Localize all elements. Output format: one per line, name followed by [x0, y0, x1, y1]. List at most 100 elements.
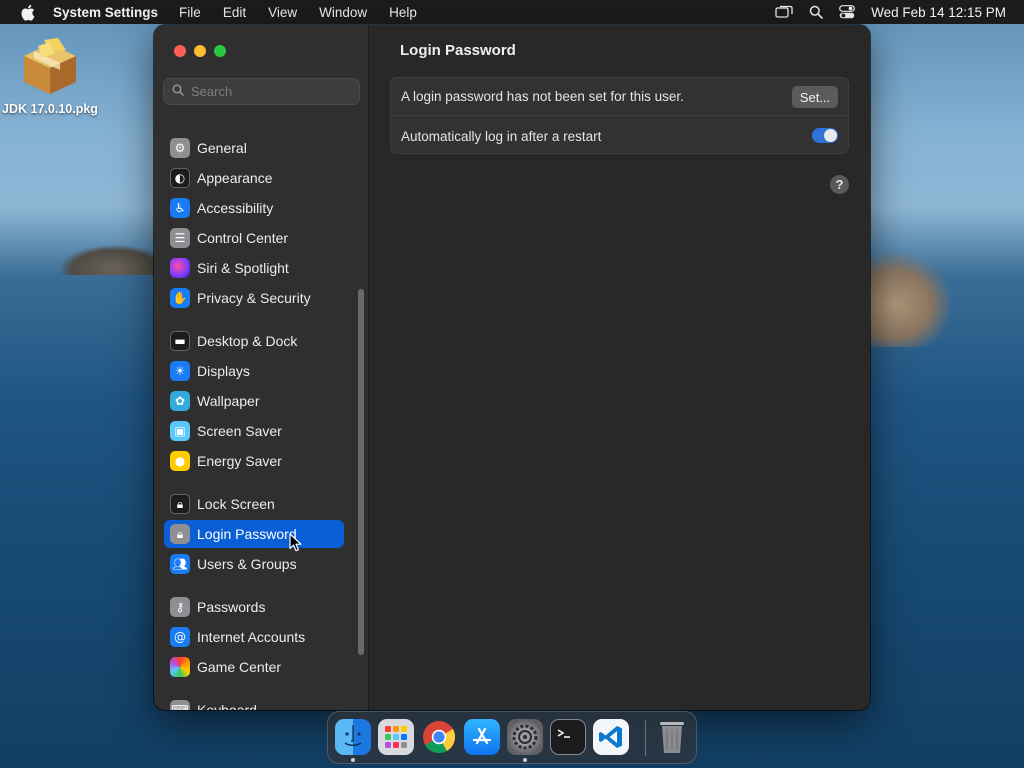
chrome-icon[interactable]: [421, 719, 457, 755]
sidebar-item-keyboard[interactable]: ⌨ Keyboard: [164, 696, 344, 710]
sidebar-item-displays[interactable]: ☀ Displays: [164, 357, 344, 385]
sidebar-item-wallpaper[interactable]: ✿ Wallpaper: [164, 387, 344, 415]
app-store-icon[interactable]: [464, 719, 500, 755]
sidebar-item-label: Internet Accounts: [197, 629, 306, 645]
gear-icon: ⚙: [170, 138, 190, 158]
sidebar-item-label: General: [197, 140, 247, 156]
sidebar-item-control-center[interactable]: ☰ Control Center: [164, 224, 344, 252]
menu-edit[interactable]: Edit: [223, 5, 246, 20]
lock-icon: 🔒︎: [170, 524, 190, 544]
menu-window[interactable]: Window: [319, 5, 367, 20]
sidebar-item-internet-accounts[interactable]: @ Internet Accounts: [164, 623, 344, 651]
at-icon: @: [170, 627, 190, 647]
desktop-island-right: [862, 252, 952, 347]
dock-separator: [645, 720, 646, 756]
spotlight-search-icon[interactable]: [809, 5, 823, 19]
system-settings-icon[interactable]: [507, 719, 543, 755]
mouse-pointer-icon: [289, 533, 302, 557]
content-pane: Login Password A login password has not …: [370, 25, 870, 710]
sidebar-item-label: Privacy & Security: [197, 290, 311, 306]
sun-icon: ☀: [170, 361, 190, 381]
lock-icon: 🔒︎: [170, 494, 190, 514]
sidebar-item-label: Screen Saver: [197, 423, 282, 439]
sidebar-item-privacy-security[interactable]: ✋ Privacy & Security: [164, 284, 344, 312]
search-field[interactable]: [163, 78, 360, 105]
sidebar-item-label: Passwords: [197, 599, 266, 615]
sidebar-item-passwords[interactable]: ⚷ Passwords: [164, 593, 344, 621]
settings-group: A login password has not been set for th…: [390, 77, 849, 154]
sidebar-item-users-groups[interactable]: 👥︎ Users & Groups: [164, 550, 344, 578]
menu-clock[interactable]: Wed Feb 14 12:15 PM: [871, 5, 1006, 20]
auto-login-row: Automatically log in after a restart: [391, 117, 848, 155]
password-status-row: A login password has not been set for th…: [391, 78, 848, 116]
accessibility-icon: ♿: [170, 198, 190, 218]
sidebar-item-appearance[interactable]: ◐ Appearance: [164, 164, 344, 192]
sidebar-item-login-password[interactable]: 🔒︎ Login Password: [164, 520, 344, 548]
sidebar-item-energy-saver[interactable]: ● Energy Saver: [164, 447, 344, 475]
sidebar-item-label: Displays: [197, 363, 250, 379]
sidebar-item-label: Lock Screen: [197, 496, 275, 512]
sidebar-item-desktop-dock[interactable]: ▬ Desktop & Dock: [164, 327, 344, 355]
menu-app-name[interactable]: System Settings: [53, 5, 158, 20]
terminal-icon[interactable]: [550, 719, 586, 755]
desktop-file-jdk[interactable]: JDK 17.0.10.pkg: [2, 36, 98, 116]
close-button[interactable]: [174, 45, 186, 57]
siri-icon: [170, 258, 190, 278]
help-button[interactable]: ?: [830, 175, 849, 194]
game-center-icon: [170, 657, 190, 677]
sidebar-item-lock-screen[interactable]: 🔒︎ Lock Screen: [164, 490, 344, 518]
auto-login-toggle[interactable]: [812, 128, 838, 143]
sidebar-item-label: Control Center: [197, 230, 289, 246]
sidebar-item-siri-spotlight[interactable]: Siri & Spotlight: [164, 254, 344, 282]
sidebar-item-general[interactable]: ⚙ General: [164, 134, 344, 162]
sidebar-item-label: Game Center: [197, 659, 282, 675]
auto-login-label: Automatically log in after a restart: [401, 128, 602, 144]
system-settings-running-indicator: [523, 758, 527, 762]
trash-icon[interactable]: [654, 719, 690, 755]
password-notice: A login password has not been set for th…: [401, 89, 684, 104]
set-password-button[interactable]: Set...: [792, 86, 838, 108]
hand-icon: ✋: [170, 288, 190, 308]
apple-menu-icon[interactable]: [18, 3, 36, 21]
sidebar-item-label: Appearance: [197, 170, 273, 186]
users-icon: 👥︎: [170, 554, 190, 574]
sidebar-item-label: Desktop & Dock: [197, 333, 298, 349]
minimize-button[interactable]: [194, 45, 206, 57]
sidebar-item-label: Keyboard: [197, 702, 257, 710]
dock-icon: ▬: [170, 331, 190, 351]
search-icon: [172, 83, 184, 101]
dock: [327, 711, 697, 764]
sidebar-item-label: Users & Groups: [197, 556, 297, 572]
sidebar: ⚙ General ◐ Appearance ♿ Accessibility ☰…: [154, 25, 369, 710]
sidebar-item-screen-saver[interactable]: ▣ Screen Saver: [164, 417, 344, 445]
finder-running-indicator: [351, 758, 355, 762]
control-center-icon[interactable]: [839, 5, 856, 19]
keyboard-icon: ⌨: [170, 700, 190, 710]
system-settings-window: ⚙ General ◐ Appearance ♿ Accessibility ☰…: [154, 25, 870, 710]
zoom-button[interactable]: [214, 45, 226, 57]
launchpad-icon[interactable]: [378, 719, 414, 755]
search-input[interactable]: [191, 84, 351, 99]
finder-icon[interactable]: [335, 719, 371, 755]
sidebar-item-label: Accessibility: [197, 200, 274, 216]
menu-file[interactable]: File: [179, 5, 201, 20]
sidebar-item-accessibility[interactable]: ♿ Accessibility: [164, 194, 344, 222]
sidebar-item-label: Energy Saver: [197, 453, 282, 469]
appearance-icon: ◐: [170, 168, 190, 188]
sidebar-item-label: Wallpaper: [197, 393, 260, 409]
toggle-knob: [824, 129, 837, 142]
screen-mirroring-icon[interactable]: [775, 5, 793, 19]
vscode-icon[interactable]: [593, 719, 629, 755]
flower-icon: ✿: [170, 391, 190, 411]
key-icon: ⚷: [170, 597, 190, 617]
menu-view[interactable]: View: [268, 5, 297, 20]
sidebar-item-label: Login Password: [197, 526, 297, 542]
lightbulb-icon: ●: [170, 451, 190, 471]
page-title: Login Password: [400, 42, 516, 59]
menu-help[interactable]: Help: [389, 5, 417, 20]
desktop-file-name: JDK 17.0.10.pkg: [2, 102, 98, 116]
menu-bar: System Settings File Edit View Window He…: [0, 0, 1024, 24]
sidebar-scrollbar[interactable]: [358, 289, 364, 655]
sidebar-item-game-center[interactable]: Game Center: [164, 653, 344, 681]
sidebar-item-label: Siri & Spotlight: [197, 260, 289, 276]
